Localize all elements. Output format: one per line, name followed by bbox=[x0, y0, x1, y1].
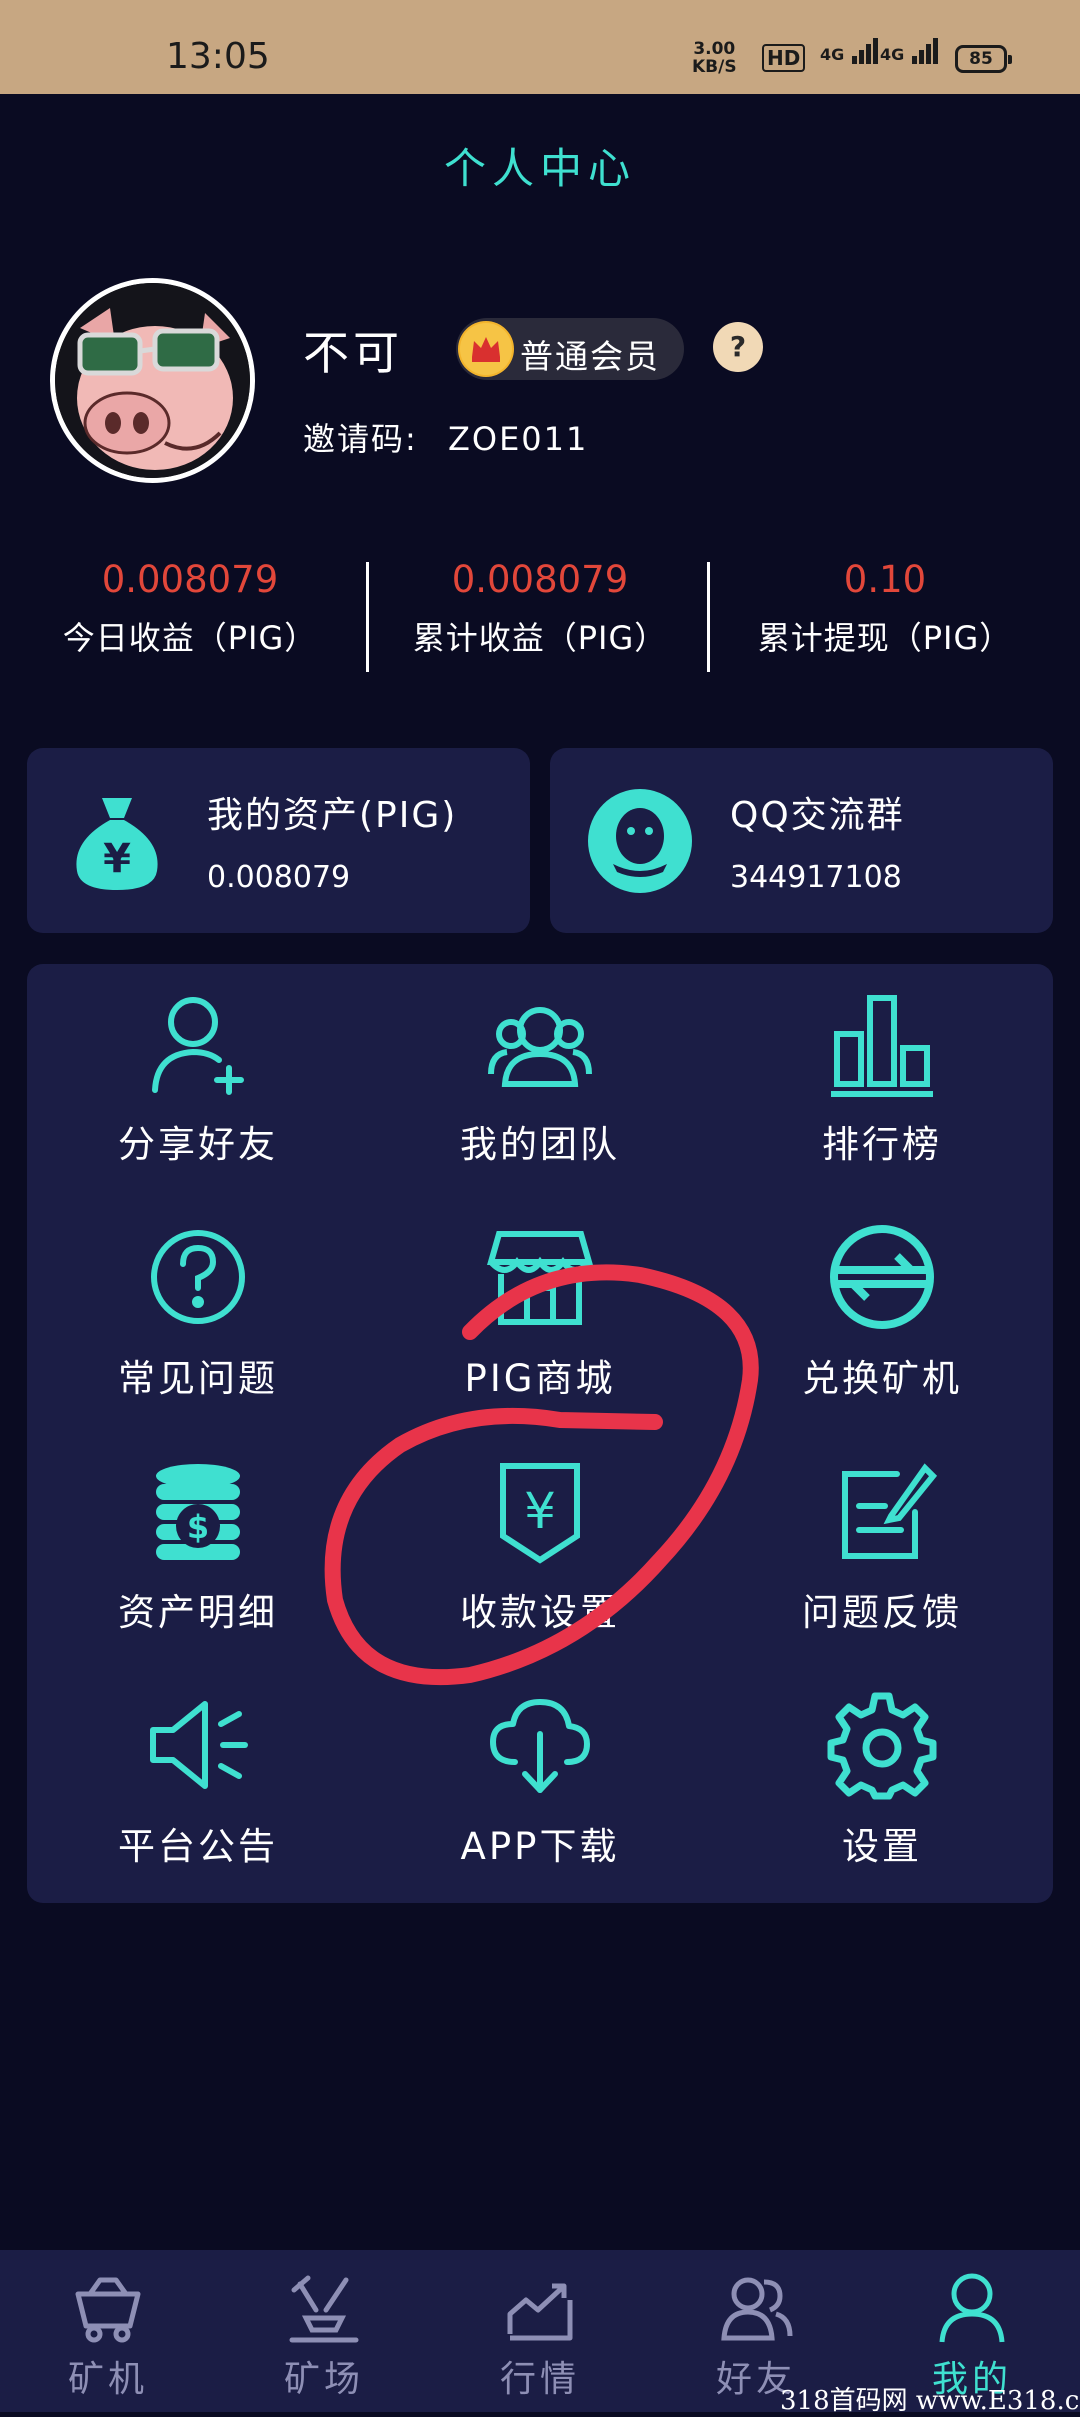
team-icon bbox=[488, 1007, 592, 1087]
signal-4g-icon: 4G bbox=[820, 38, 878, 64]
invite-code-row: 邀请码: ZOE011 bbox=[303, 414, 606, 460]
feature-grid: 分享好友 我的团队 排行榜 常见问题 PIG商城 兑换矿机 $ 资产明细 ¥ 收… bbox=[27, 964, 1053, 1903]
cloud-download-icon bbox=[490, 1699, 590, 1793]
menu-settings[interactable]: 设置 bbox=[711, 1666, 1053, 1900]
nav-miner[interactable]: 矿机 bbox=[0, 2250, 216, 2412]
network-speed: 3.00 KB/S bbox=[692, 39, 737, 77]
card-title: QQ交流群 bbox=[730, 795, 905, 836]
battery-icon: 85 bbox=[955, 45, 1012, 73]
nav-mining-field[interactable]: 矿场 bbox=[216, 2250, 432, 2412]
user-icon bbox=[939, 2273, 1005, 2343]
nav-label: 矿机 bbox=[67, 2359, 148, 2400]
money-bag-icon: ¥ bbox=[76, 798, 158, 890]
question-icon bbox=[151, 1230, 245, 1324]
menu-label: 收款设置 bbox=[460, 1591, 620, 1634]
earnings-stats: 0.008079 今日收益（PIG） 0.008079 累计收益（PIG） 0.… bbox=[0, 558, 1080, 678]
menu-label: 我的团队 bbox=[460, 1123, 620, 1166]
signal-4g-icon: 4G bbox=[880, 38, 938, 64]
menu-ranking[interactable]: 排行榜 bbox=[711, 964, 1053, 1198]
member-level: 普通会员 bbox=[520, 337, 660, 376]
menu-app-download[interactable]: APP下载 bbox=[369, 1666, 711, 1900]
invite-label: 邀请码: bbox=[303, 420, 418, 458]
miner-cart-icon bbox=[75, 2277, 141, 2343]
menu-my-team[interactable]: 我的团队 bbox=[369, 964, 711, 1198]
user-name: 不可 bbox=[303, 326, 403, 380]
menu-label: 兑换矿机 bbox=[802, 1357, 962, 1400]
market-chart-icon bbox=[507, 2283, 573, 2341]
add-user-icon bbox=[152, 997, 244, 1095]
hd-badge: HD bbox=[762, 44, 806, 72]
gear-icon bbox=[827, 1692, 937, 1800]
menu-share-friends[interactable]: 分享好友 bbox=[27, 964, 369, 1198]
menu-label: APP下载 bbox=[460, 1825, 620, 1868]
invite-code: ZOE011 bbox=[447, 420, 589, 458]
qq-icon bbox=[588, 789, 692, 893]
menu-asset-details[interactable]: $ 资产明细 bbox=[27, 1432, 369, 1666]
stat-label: 累计收益（PIG） bbox=[412, 619, 668, 657]
menu-pig-store[interactable]: PIG商城 bbox=[369, 1198, 711, 1432]
exchange-icon bbox=[830, 1225, 934, 1329]
svg-text:¥: ¥ bbox=[103, 836, 131, 882]
divider bbox=[707, 562, 710, 672]
svg-text:$: $ bbox=[187, 1508, 209, 1546]
menu-label: 排行榜 bbox=[822, 1123, 942, 1166]
status-time: 13:05 bbox=[166, 36, 270, 77]
avatar[interactable] bbox=[50, 278, 255, 483]
card-title: 我的资产(PIG) bbox=[207, 795, 458, 836]
card-value: 0.008079 bbox=[207, 860, 351, 895]
stat-label: 累计提现（PIG） bbox=[757, 619, 1013, 657]
nav-label: 行情 bbox=[499, 2359, 580, 2400]
menu-announcements[interactable]: 平台公告 bbox=[27, 1666, 369, 1900]
svg-text:¥: ¥ bbox=[524, 1482, 556, 1540]
menu-label: 问题反馈 bbox=[802, 1591, 962, 1634]
menu-faq[interactable]: 常见问题 bbox=[27, 1198, 369, 1432]
mining-field-icon bbox=[289, 2275, 359, 2343]
feedback-icon bbox=[842, 1463, 937, 1559]
speaker-icon bbox=[150, 1701, 248, 1789]
nav-label: 矿场 bbox=[283, 2359, 364, 2400]
menu-exchange-miner[interactable]: 兑换矿机 bbox=[711, 1198, 1053, 1432]
stat-total: 0.008079 累计收益（PIG） bbox=[370, 558, 710, 659]
menu-label: 资产明细 bbox=[118, 1591, 278, 1634]
menu-label: 常见问题 bbox=[118, 1357, 278, 1400]
status-bar: 13:05 3.00 KB/S HD 4G 4G 85 bbox=[0, 0, 1080, 94]
stat-value: 0.008079 bbox=[451, 558, 629, 601]
friends-icon bbox=[721, 2277, 793, 2341]
help-button[interactable]: ? bbox=[713, 322, 763, 372]
qq-group-card[interactable]: QQ交流群 344917108 bbox=[550, 748, 1053, 933]
menu-feedback[interactable]: 问题反馈 bbox=[711, 1432, 1053, 1666]
ranking-icon bbox=[831, 995, 933, 1097]
menu-label: 设置 bbox=[842, 1825, 922, 1868]
my-assets-card[interactable]: ¥ 我的资产(PIG) 0.008079 bbox=[27, 748, 530, 933]
member-badge[interactable]: 普通会员 bbox=[456, 318, 684, 380]
crown-icon bbox=[458, 321, 514, 377]
page-title: 个人中心 bbox=[443, 144, 636, 193]
stat-value: 0.008079 bbox=[101, 558, 279, 601]
watermark: 318首码网 www.E318.com bbox=[780, 2386, 1080, 2416]
nav-market[interactable]: 行情 bbox=[432, 2250, 648, 2412]
pig-avatar-icon bbox=[55, 283, 250, 478]
coins-icon: $ bbox=[156, 1464, 240, 1560]
divider bbox=[366, 562, 369, 672]
stat-label: 今日收益（PIG） bbox=[62, 619, 318, 657]
stat-value: 0.10 bbox=[843, 558, 927, 601]
menu-payment-settings[interactable]: ¥ 收款设置 bbox=[369, 1432, 711, 1666]
stat-today: 0.008079 今日收益（PIG） bbox=[20, 558, 360, 659]
menu-label: 分享好友 bbox=[118, 1123, 278, 1166]
yuan-shield-icon: ¥ bbox=[500, 1463, 580, 1564]
stat-withdrawn: 0.10 累计提现（PIG） bbox=[715, 558, 1055, 659]
store-icon bbox=[487, 1231, 593, 1325]
menu-label: 平台公告 bbox=[118, 1825, 278, 1868]
card-value: 344917108 bbox=[730, 860, 902, 895]
menu-label: PIG商城 bbox=[464, 1357, 616, 1400]
